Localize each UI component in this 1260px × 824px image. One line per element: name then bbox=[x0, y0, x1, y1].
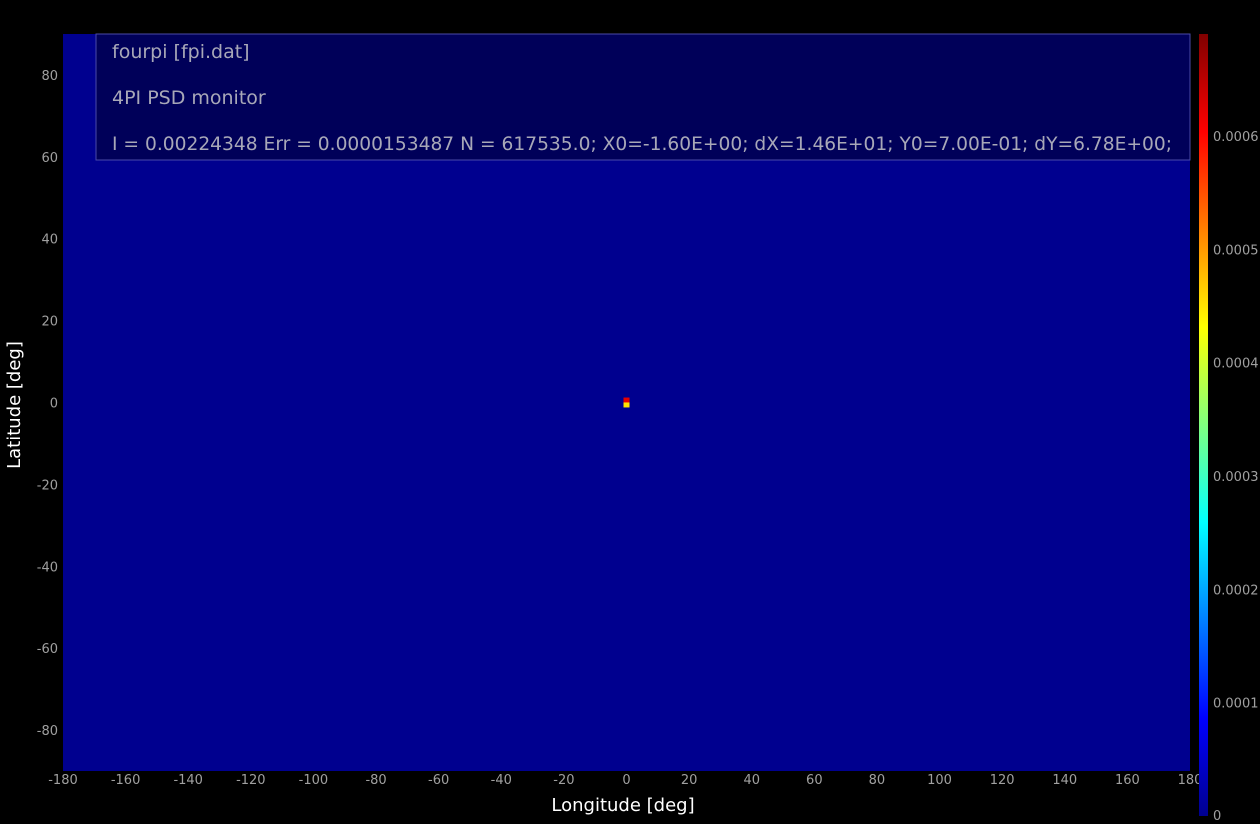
colorbar-tick-label: 0.0002 bbox=[1213, 583, 1259, 598]
heatmap-cells bbox=[623, 397, 630, 408]
colorbar bbox=[1199, 34, 1208, 816]
x-tick-label: 60 bbox=[806, 773, 823, 788]
x-tick-label: 0 bbox=[622, 773, 630, 788]
colorbar-tick-label: 0.0001 bbox=[1213, 697, 1259, 712]
x-tick-label: 100 bbox=[927, 773, 952, 788]
x-tick-label: 160 bbox=[1115, 773, 1140, 788]
y-tick-label: -80 bbox=[37, 724, 58, 739]
colorbar-ticks: 0 0.0001 0.0002 0.0003 0.0004 0.0005 0.0006 bbox=[1213, 130, 1259, 824]
x-tick-label: 80 bbox=[869, 773, 886, 788]
x-tick-label: -140 bbox=[173, 773, 203, 788]
x-tick-label: -120 bbox=[236, 773, 266, 788]
chart-stats: I = 0.00224348 Err = 0.0000153487 N = 61… bbox=[112, 133, 1172, 155]
x-tick-label: -20 bbox=[553, 773, 574, 788]
x-tick-label: -60 bbox=[428, 773, 449, 788]
y-tick-label: 20 bbox=[41, 315, 58, 330]
heatmap-cell-1 bbox=[623, 402, 630, 408]
y-tick-label: -40 bbox=[37, 560, 58, 575]
x-tick-label: -180 bbox=[48, 773, 78, 788]
x-tick-label: 40 bbox=[743, 773, 760, 788]
x-tick-label: 140 bbox=[1052, 773, 1077, 788]
x-tick-label: 120 bbox=[990, 773, 1015, 788]
heatmap-chart: fourpi [fpi.dat] 4PI PSD monitor I = 0.0… bbox=[4, 33, 1259, 824]
x-axis-label: Longitude [deg] bbox=[551, 795, 694, 816]
chart-title: fourpi [fpi.dat] bbox=[112, 41, 250, 63]
y-tick-label: 40 bbox=[41, 233, 58, 248]
x-tick-label: 180 bbox=[1178, 773, 1203, 788]
y-axis-label: Latitude [deg] bbox=[4, 341, 25, 469]
y-tick-label: -20 bbox=[37, 478, 58, 493]
colorbar-tick-label: 0.0003 bbox=[1213, 470, 1259, 485]
x-tick-label: -80 bbox=[365, 773, 386, 788]
y-tick-label: -60 bbox=[37, 642, 58, 657]
colorbar-tick-label: 0.0004 bbox=[1213, 357, 1259, 372]
chart-subtitle: 4PI PSD monitor bbox=[112, 87, 266, 109]
y-tick-label: 80 bbox=[41, 69, 58, 84]
x-tick-label: -100 bbox=[299, 773, 329, 788]
x-axis-ticks: -180 -160 -140 -120 -100 -80 -60 -40 -20 0 20 40 60 8… bbox=[48, 773, 1202, 788]
heatmap-cell-0 bbox=[623, 397, 630, 403]
colorbar-tick-label: 0 bbox=[1213, 809, 1221, 824]
x-tick-label: 20 bbox=[681, 773, 698, 788]
y-tick-label: 60 bbox=[41, 151, 58, 166]
colorbar-tick-label: 0.0005 bbox=[1213, 243, 1259, 258]
y-tick-label: 0 bbox=[50, 397, 58, 412]
y-axis-ticks: -80 -60 -40 -20 0 20 40 60 80 bbox=[37, 69, 58, 739]
colorbar-tick-label: 0.0006 bbox=[1213, 130, 1259, 145]
x-tick-label: -40 bbox=[491, 773, 512, 788]
x-tick-label: -160 bbox=[111, 773, 141, 788]
